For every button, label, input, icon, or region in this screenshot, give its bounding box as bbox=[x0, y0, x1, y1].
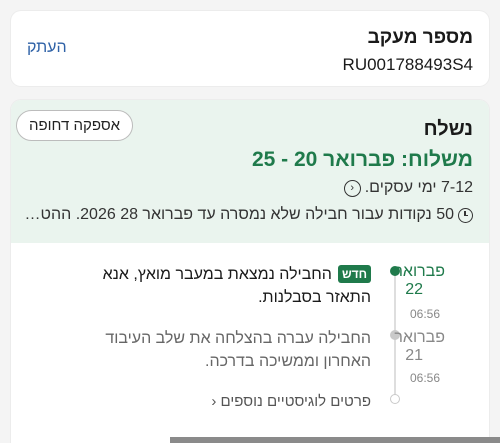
event-day: 21 bbox=[405, 347, 423, 364]
copy-button[interactable]: העתק bbox=[27, 39, 67, 57]
event-date: פברואר 22 bbox=[394, 263, 445, 299]
tracking-timeline: פברואר 22 06:56 חדשהחבילה נמצאת במעבר מו… bbox=[11, 243, 489, 443]
tracking-card: מספר מעקב RU001788493S4 העתק bbox=[11, 11, 489, 86]
points-guarantee-text: 50 נקודות עבור חבילה שלא נמסרה עד פברואר… bbox=[23, 206, 454, 223]
horizontal-scrollbar[interactable] bbox=[170, 437, 500, 443]
business-days-row[interactable]: 7-12 ימי עסקים. ‹ bbox=[343, 179, 473, 197]
event-text: החבילה נמצאת במעבר מואץ, אנא התאזר בסבלנ… bbox=[102, 266, 371, 306]
business-days-text: 7-12 ימי עסקים. bbox=[364, 179, 473, 196]
event-description: חדשהחבילה נמצאת במעבר מואץ, אנא התאזר בס… bbox=[71, 263, 371, 309]
new-badge: חדש bbox=[337, 265, 371, 283]
event-time: 06:56 bbox=[409, 307, 440, 321]
shipment-summary: נשלח אספקה דחופה משלוח: פברואר 20 - 25 7… bbox=[11, 100, 489, 243]
event-date: פברואר 21 bbox=[394, 329, 445, 365]
chevron-circle-icon[interactable]: ‹ bbox=[343, 179, 361, 197]
shipment-status: נשלח bbox=[423, 118, 473, 140]
event-month: פברואר bbox=[394, 263, 445, 280]
event-time: 06:56 bbox=[409, 371, 440, 385]
more-logistics-details-link[interactable]: פרטים לוגיסטיים נוספים ‹ bbox=[211, 393, 371, 410]
points-guarantee-row: 50 נקודות עבור חבילה שלא נמסרה עד פברואר… bbox=[23, 206, 473, 224]
more-logistics-label: פרטים לוגיסטיים נוספים bbox=[220, 393, 371, 410]
event-description: החבילה עברה בהצלחה את שלב העיבוד האחרון … bbox=[105, 330, 371, 370]
event-month: פברואר bbox=[394, 329, 445, 346]
event-day: 22 bbox=[405, 281, 423, 298]
chevron-left-icon: ‹ bbox=[211, 393, 217, 410]
tracking-number: RU001788493S4 bbox=[342, 55, 473, 74]
shipment-card: נשלח אספקה דחופה משלוח: פברואר 20 - 25 7… bbox=[11, 100, 489, 443]
urgent-delivery-button[interactable]: אספקה דחופה bbox=[16, 110, 134, 141]
timeline-dot-end bbox=[390, 394, 400, 404]
tracking-label: מספר מעקב bbox=[367, 27, 473, 48]
delivery-estimate: משלוח: פברואר 20 - 25 bbox=[251, 148, 473, 171]
clock-icon bbox=[458, 207, 473, 223]
